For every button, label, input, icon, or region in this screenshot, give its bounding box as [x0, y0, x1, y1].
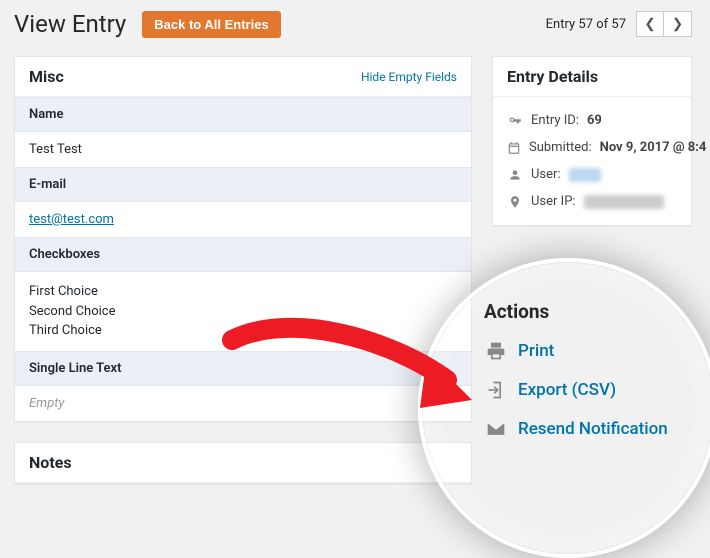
field-value-single-line: Empty [15, 386, 471, 421]
field-label-single-line: Single Line Text [15, 351, 471, 386]
user-label: User: [531, 167, 561, 182]
submitted-value: Nov 9, 2017 @ 8:4 [600, 140, 707, 155]
next-entry-button[interactable]: ❯ [664, 11, 692, 37]
field-label-email: E-mail [15, 167, 471, 202]
actions-title: Actions [482, 290, 710, 331]
prev-entry-button[interactable]: ❮ [636, 11, 664, 37]
panel-title-misc: Misc [29, 67, 64, 86]
entry-id-value: 69 [587, 113, 602, 128]
actions-panel: Actions Print Export (CSV) Resend Notifi… [482, 290, 710, 448]
checkbox-choice: First Choice [29, 282, 457, 302]
user-ip-value-redacted [584, 195, 664, 209]
pagination-nav: ❮ ❯ [636, 11, 692, 37]
action-resend-label: Resend Notification [518, 419, 668, 439]
panel-title-notes: Notes [29, 453, 72, 472]
page-title: View Entry [14, 10, 126, 38]
field-value-name: Test Test [15, 132, 471, 167]
top-bar: View Entry Back to All Entries Entry 57 … [0, 0, 710, 56]
user-ip-label: User IP: [531, 194, 576, 209]
user-value-redacted [569, 168, 601, 182]
action-resend-notification[interactable]: Resend Notification [482, 409, 710, 448]
action-print-label: Print [518, 341, 554, 361]
action-export-csv[interactable]: Export (CSV) [482, 370, 710, 409]
envelope-icon [486, 419, 506, 439]
action-print[interactable]: Print [482, 331, 710, 370]
field-label-checkboxes: Checkboxes [15, 237, 471, 272]
email-link[interactable]: test@test.com [29, 212, 114, 227]
submitted-label: Submitted: [529, 140, 592, 155]
field-label-name: Name [15, 97, 471, 132]
action-export-label: Export (CSV) [518, 380, 616, 400]
entry-id-label: Entry ID: [531, 113, 579, 128]
pagination-text: Entry 57 of 57 [546, 17, 626, 32]
checkbox-choice: Third Choice [29, 321, 457, 341]
user-icon [507, 168, 523, 182]
panel-title-entry-details: Entry Details [507, 67, 598, 86]
checkbox-choice: Second Choice [29, 302, 457, 322]
hide-empty-fields-link[interactable]: Hide Empty Fields [361, 70, 457, 84]
entry-details-panel: Entry Details Entry ID: 69 Submitted: No… [492, 56, 692, 226]
field-value-email: test@test.com [15, 202, 471, 237]
entry-fields-panel: Misc Hide Empty Fields Name Test Test E-… [14, 56, 472, 422]
calendar-icon [507, 141, 521, 155]
field-value-checkboxes: First Choice Second Choice Third Choice [15, 272, 471, 351]
back-to-entries-button[interactable]: Back to All Entries [142, 11, 280, 38]
key-icon [507, 114, 523, 128]
print-icon [486, 341, 506, 361]
export-icon [486, 380, 506, 400]
notes-panel: Notes [14, 442, 472, 484]
location-icon [507, 195, 523, 209]
